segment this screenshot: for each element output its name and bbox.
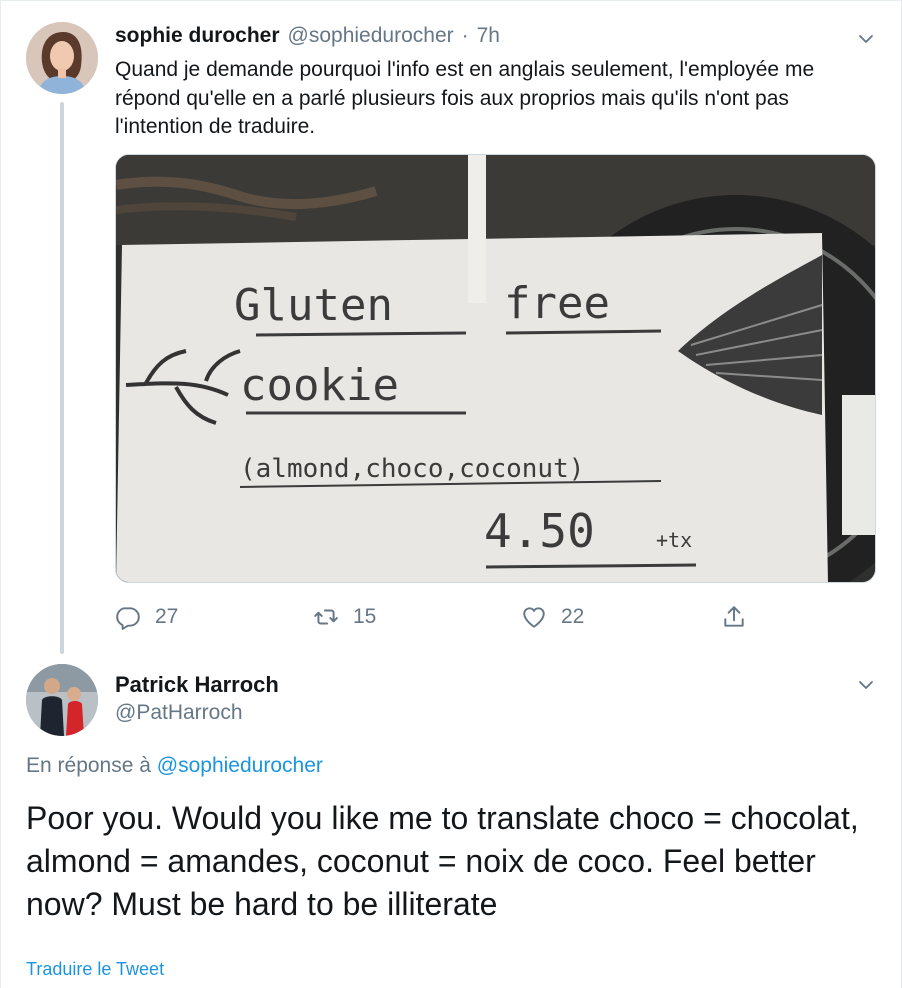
tweet-text: Quand je demande pourquoi l'info est en …: [115, 58, 815, 138]
in-reply-to: En réponse à @sophiedurocher: [26, 754, 323, 778]
avatar-photo: [26, 664, 98, 736]
sign-price: 4.50: [484, 504, 595, 558]
author-handle[interactable]: @sophiedurocher: [288, 24, 454, 48]
sign-line-3: (almond,choco,coconut): [240, 454, 584, 484]
avatar[interactable]: [26, 664, 98, 736]
share-button[interactable]: [721, 604, 747, 630]
translate-tweet-link[interactable]: Traduire le Tweet: [26, 959, 164, 980]
like-count: 22: [561, 605, 585, 628]
sign-line-1b: free: [504, 278, 610, 329]
chevron-down-icon[interactable]: [857, 30, 875, 48]
tweet-header: sophie durocher @sophiedurocher · 7h: [115, 24, 500, 50]
like-button[interactable]: 22: [521, 604, 584, 630]
reply-author-name[interactable]: Patrick Harroch: [115, 672, 279, 698]
author-name[interactable]: sophie durocher: [115, 24, 280, 48]
sign-line-2: cookie: [240, 360, 399, 411]
retweet-button[interactable]: 15: [313, 604, 376, 630]
thread-connector: [60, 102, 64, 654]
avatar-photo: [26, 22, 98, 94]
timestamp[interactable]: 7h: [477, 24, 500, 48]
chevron-down-icon[interactable]: [857, 676, 875, 694]
like-icon: [523, 607, 545, 628]
reply-button[interactable]: 27: [115, 604, 178, 630]
reply-icon: [116, 607, 140, 630]
reply-count: 27: [155, 605, 179, 628]
share-icon: [724, 606, 744, 627]
retweet-icon: [314, 609, 338, 625]
separator-dot: ·: [461, 24, 469, 47]
reply-text: Poor you. Would you like me to translate…: [26, 800, 859, 922]
retweet-count: 15: [353, 605, 377, 628]
in-reply-prefix: En réponse à: [26, 754, 151, 777]
sign-tax: +tx: [656, 528, 692, 552]
reply-author-handle[interactable]: @PatHarroch: [115, 701, 243, 725]
avatar[interactable]: [26, 22, 98, 94]
tweet-photo[interactable]: Gluten free cookie (almond,choco,coconut…: [115, 154, 876, 583]
in-reply-mention[interactable]: @sophiedurocher: [157, 754, 323, 777]
tweet-actions: 27 15 22: [115, 604, 765, 638]
sign-line-1a: Gluten: [234, 280, 393, 331]
